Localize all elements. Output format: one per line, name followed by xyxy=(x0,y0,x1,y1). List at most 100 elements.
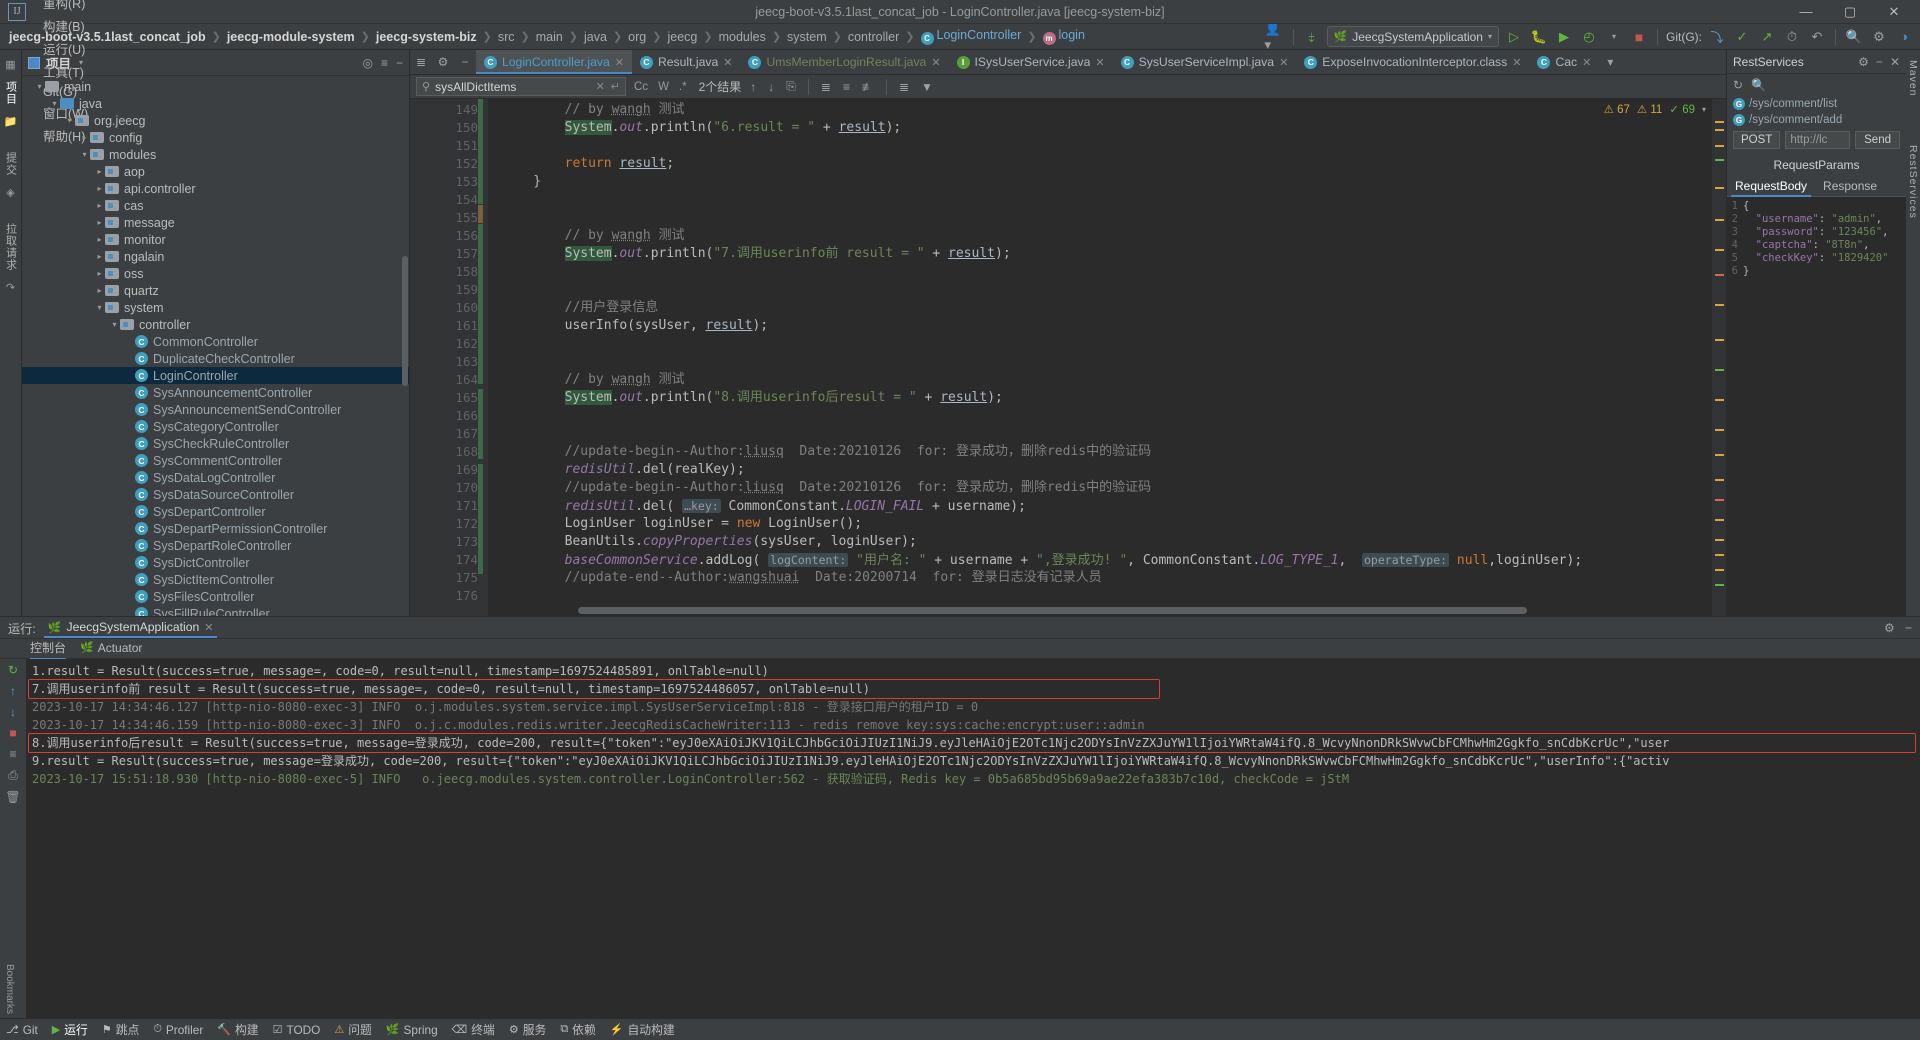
preserve-case-icon[interactable]: ≣ xyxy=(896,80,912,94)
json-line[interactable]: 6} xyxy=(1727,265,1906,278)
strip-item-commit[interactable]: 提交 xyxy=(1,146,21,182)
chevron-down-icon[interactable]: ▾ xyxy=(34,82,45,91)
tree-item-folder[interactable]: ▸ config xyxy=(22,129,409,146)
tree-item-class[interactable]: C SysDictController xyxy=(22,554,409,571)
tree-item-class[interactable]: C SysDataLogController xyxy=(22,469,409,486)
code-line[interactable]: System.out.println("6.result = " + resul… xyxy=(488,119,1712,137)
run-subtab-0[interactable]: 控制台 xyxy=(30,639,67,660)
inspection-marker[interactable] xyxy=(1715,554,1724,556)
push-icon[interactable]: ↗ xyxy=(1757,27,1777,47)
editor-tab-5[interactable]: C ExposeInvocationInterceptor.class ✕ xyxy=(1296,50,1529,74)
bottom-strip-item-10[interactable]: ⧉ 依赖 xyxy=(560,1021,595,1038)
folder-icon[interactable]: 📁 xyxy=(4,111,18,132)
bottom-strip-item-11[interactable]: ⚡ 自动构建 xyxy=(610,1021,675,1038)
tree-item-class[interactable]: C SysCheckRuleController xyxy=(22,435,409,452)
hide-panel-icon[interactable]: − xyxy=(396,56,403,70)
rest-endpoint-list[interactable]: G/sys/comment/list G/sys/comment/add xyxy=(1727,96,1906,128)
json-line[interactable]: 5 "checkKey": "1829420" xyxy=(1727,252,1906,265)
code-line[interactable]: //用户登录信息 xyxy=(488,299,1712,317)
chevron-down-icon[interactable]: ▾ xyxy=(1702,105,1706,114)
breadcrumb-item-4[interactable]: main xyxy=(533,29,566,45)
rest-endpoint-0[interactable]: G/sys/comment/list xyxy=(1727,96,1906,112)
code-editor[interactable]: 149 150 151 152 153 154 155 156 157 158 159 160 161 1… xyxy=(410,99,1726,616)
maximize-button[interactable]: ▢ xyxy=(1828,0,1872,24)
inspection-marker[interactable] xyxy=(1715,304,1724,306)
bottom-strip-item-1[interactable]: ▶ 运行 xyxy=(52,1021,88,1038)
breadcrumb-item-9[interactable]: system xyxy=(784,29,830,45)
menu-item-6[interactable]: 构建(B) xyxy=(34,14,97,37)
code-line[interactable]: // by wangh 测试 xyxy=(488,371,1712,389)
inspection-marker[interactable] xyxy=(1715,369,1724,371)
tree-item-folder[interactable]: ▸ api.controller xyxy=(22,180,409,197)
close-icon[interactable]: ✕ xyxy=(1890,55,1900,69)
code-line[interactable]: } xyxy=(488,173,1712,191)
json-line[interactable]: 3 "password": "123456", xyxy=(1727,226,1906,239)
history-icon[interactable]: ↵ xyxy=(611,80,620,93)
inspection-marker[interactable] xyxy=(1715,159,1724,161)
stop-icon[interactable]: ■ xyxy=(1629,27,1649,47)
code-line[interactable]: //update-begin--Author:liusq Date:202101… xyxy=(488,443,1712,461)
debug-icon[interactable]: 🐛 xyxy=(1529,27,1549,47)
match-case-toggle[interactable]: Cc xyxy=(632,81,650,93)
history-icon[interactable]: ⏱ xyxy=(1782,27,1802,47)
editor-tab-1[interactable]: C Result.java ✕ xyxy=(632,50,741,74)
inspection-marker[interactable] xyxy=(1715,569,1724,571)
chevron-down-icon[interactable]: ▾ xyxy=(49,99,60,108)
editor-tab-3[interactable]: I ISysUserService.java ✕ xyxy=(949,50,1113,74)
clear-icon[interactable]: ✕ xyxy=(596,80,605,93)
close-icon[interactable]: ✕ xyxy=(1512,56,1521,69)
regex-toggle[interactable]: .* xyxy=(677,81,689,93)
chevron-right-icon[interactable]: ▸ xyxy=(94,184,105,193)
profile-icon[interactable]: ◴ xyxy=(1579,27,1599,47)
chevron-down-icon[interactable]: ▾ xyxy=(94,303,105,312)
chevron-right-icon[interactable]: ▸ xyxy=(94,201,105,210)
clear-all-icon[interactable]: 🗑 xyxy=(5,790,20,804)
tree-item-class[interactable]: C SysAnnouncementController xyxy=(22,384,409,401)
strip-item-pull-requests[interactable]: 拉取请求 xyxy=(1,217,21,277)
rerun-icon[interactable]: ↻ xyxy=(8,663,18,677)
inspection-marker[interactable] xyxy=(1715,145,1724,147)
editor-tab-2[interactable]: C UmsMemberLoginResult.java ✕ xyxy=(740,50,948,74)
chevron-right-icon[interactable]: ▸ xyxy=(94,218,105,227)
tree-item-class[interactable]: C SysDataSourceController xyxy=(22,486,409,503)
inspection-marker[interactable] xyxy=(1715,249,1724,251)
search-icon[interactable]: 🔍 xyxy=(1751,78,1766,92)
bottom-strip-item-2[interactable]: ⚑ 跳点 xyxy=(102,1021,139,1038)
scroll-down-icon[interactable]: ↓ xyxy=(10,705,16,719)
previous-match-icon[interactable]: ↑ xyxy=(747,80,759,94)
code-line[interactable] xyxy=(488,209,1712,227)
code-line[interactable]: return result; xyxy=(488,155,1712,173)
bottom-strip-item-8[interactable]: ⌫ 终端 xyxy=(452,1021,495,1038)
bottom-strip-item-0[interactable]: ⎇ Git xyxy=(6,1023,38,1037)
inspection-marker[interactable] xyxy=(1715,584,1724,586)
breadcrumb-item-3[interactable]: src xyxy=(495,29,518,45)
bottom-strip-item-6[interactable]: ⚠ 问题 xyxy=(334,1021,371,1038)
collapse-all-icon[interactable]: ≡ xyxy=(381,56,388,70)
inspection-marker[interactable] xyxy=(1715,129,1724,131)
tree-item-class[interactable]: C SysCategoryController xyxy=(22,418,409,435)
run-tab[interactable]: 🌿 JeecgSystemApplication ✕ xyxy=(43,618,218,638)
commit-icon[interactable]: ✓ xyxy=(1732,27,1752,47)
chevron-right-icon[interactable]: ▸ xyxy=(94,269,105,278)
close-icon[interactable]: ✕ xyxy=(1582,56,1591,69)
tree-item-folder[interactable]: ▸ monitor xyxy=(22,231,409,248)
user-icon[interactable]: 👤▾ xyxy=(1265,21,1285,52)
update-project-icon[interactable]: ⤵ xyxy=(1707,27,1727,47)
tree-item-folder[interactable]: ▸ quartz xyxy=(22,282,409,299)
code-line[interactable] xyxy=(488,263,1712,281)
chevron-down-icon[interactable]: ▾ xyxy=(64,116,75,125)
breadcrumb-item-2[interactable]: jeecg-system-biz xyxy=(373,29,480,45)
json-line[interactable]: 4 "captcha": "8T8n", xyxy=(1727,239,1906,252)
chevron-right-icon[interactable]: ▸ xyxy=(94,167,105,176)
send-button[interactable]: Send xyxy=(1855,131,1900,149)
tree-item-class[interactable]: C SysFilesController xyxy=(22,588,409,605)
tree-item-class[interactable]: C SysDepartRoleController xyxy=(22,537,409,554)
tree-item-class[interactable]: C SysCommentController xyxy=(22,452,409,469)
code-line[interactable] xyxy=(488,137,1712,155)
close-icon[interactable]: ✕ xyxy=(723,56,732,69)
select-all-occurrences-icon[interactable]: ≣ xyxy=(818,80,834,94)
breadcrumb-item-1[interactable]: jeecg-module-system xyxy=(224,29,358,45)
inspection-marker[interactable] xyxy=(1715,429,1724,431)
inspection-marker[interactable] xyxy=(1715,399,1724,401)
code-line[interactable]: //update-end--Author:wangshuai Date:2020… xyxy=(488,569,1712,587)
